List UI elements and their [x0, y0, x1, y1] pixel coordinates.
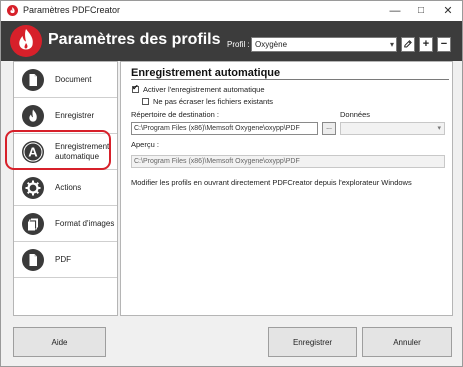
pencil-icon [404, 40, 412, 48]
sidebar: Document Enregistrer A Enregistrement au… [13, 61, 118, 316]
data-tokens-dropdown[interactable]: ▾ [340, 122, 445, 135]
section-divider [131, 79, 449, 80]
pdfcreator-logo [10, 25, 42, 57]
profile-label: Profil : [227, 40, 250, 49]
sidebar-item-label: PDF [55, 255, 71, 264]
close-button[interactable]: ✕ [435, 1, 461, 21]
no-overwrite-checkbox[interactable] [142, 98, 149, 105]
enable-autosave-label: Activer l'enregistrement automatique [143, 85, 265, 94]
images-icon [22, 213, 44, 235]
cancel-button[interactable]: Annuler [362, 327, 452, 357]
sidebar-item-image-formats[interactable]: Format d'images [14, 206, 117, 242]
target-directory-input[interactable]: C:\Program Files (x86)\Memsoft Oxygene\o… [131, 122, 318, 135]
save-button[interactable]: Enregistrer [268, 327, 357, 357]
header-bar: Paramètres des profils Profil : Oxygène … [1, 21, 462, 61]
document-icon [22, 69, 44, 91]
browse-button[interactable]: ... [322, 122, 336, 135]
checkmark-icon: ✔ [132, 83, 139, 92]
app-icon [7, 5, 18, 16]
sidebar-item-save[interactable]: Enregistrer [14, 98, 117, 134]
sidebar-item-actions[interactable]: Actions [14, 170, 117, 206]
target-directory-label: Répertoire de destination : [131, 110, 219, 119]
add-profile-button[interactable]: + [419, 37, 433, 52]
maximize-button[interactable]: □ [408, 1, 434, 21]
letter-a-icon: A [22, 141, 44, 163]
sidebar-item-label: Format d'images [55, 219, 115, 228]
chevron-down-icon: ▾ [389, 40, 394, 49]
help-button[interactable]: Aide [13, 327, 106, 357]
sidebar-item-label: Enregistrement automatique [55, 142, 110, 161]
flame-icon [22, 105, 44, 127]
section-title: Enregistrement automatique [131, 67, 281, 79]
svg-text:A: A [28, 145, 38, 160]
profile-dropdown[interactable]: Oxygène ▾ [251, 37, 397, 52]
sidebar-item-label: Actions [55, 183, 82, 192]
profile-value: Oxygène [255, 40, 288, 49]
data-label: Données [340, 110, 371, 119]
sidebar-item-pdf[interactable]: PDF [14, 242, 117, 278]
settings-panel: Enregistrement automatique ✔ Activer l'e… [120, 61, 453, 316]
rename-profile-button[interactable] [401, 37, 415, 52]
sidebar-item-document[interactable]: Document [14, 62, 117, 98]
minimize-button[interactable]: — [382, 1, 408, 21]
chevron-down-icon: ▾ [437, 125, 441, 132]
title-bar: Paramètres PDFCreator — □ ✕ [1, 1, 462, 21]
preview-label: Aperçu : [131, 140, 159, 149]
gear-icon [22, 177, 44, 199]
hint-text: Modifier les profils en ouvrant directem… [131, 178, 412, 187]
window-title: Paramètres PDFCreator [23, 5, 121, 15]
no-overwrite-label: Ne pas écraser les fichiers existants [153, 97, 274, 106]
settings-window: Paramètres PDFCreator — □ ✕ Paramètres d… [0, 0, 463, 367]
preview-field: C:\Program Files (x86)\Memsoft Oxygene\o… [131, 155, 445, 168]
sidebar-item-label: Enregistrer [55, 111, 95, 120]
remove-profile-button[interactable]: − [437, 37, 451, 52]
sidebar-item-label: Document [55, 75, 92, 84]
sidebar-item-autosave[interactable]: A Enregistrement automatique [14, 134, 117, 170]
page-title: Paramètres des profils [48, 31, 221, 48]
pdf-file-icon [22, 249, 44, 271]
enable-autosave-checkbox[interactable]: ✔ [132, 83, 139, 93]
